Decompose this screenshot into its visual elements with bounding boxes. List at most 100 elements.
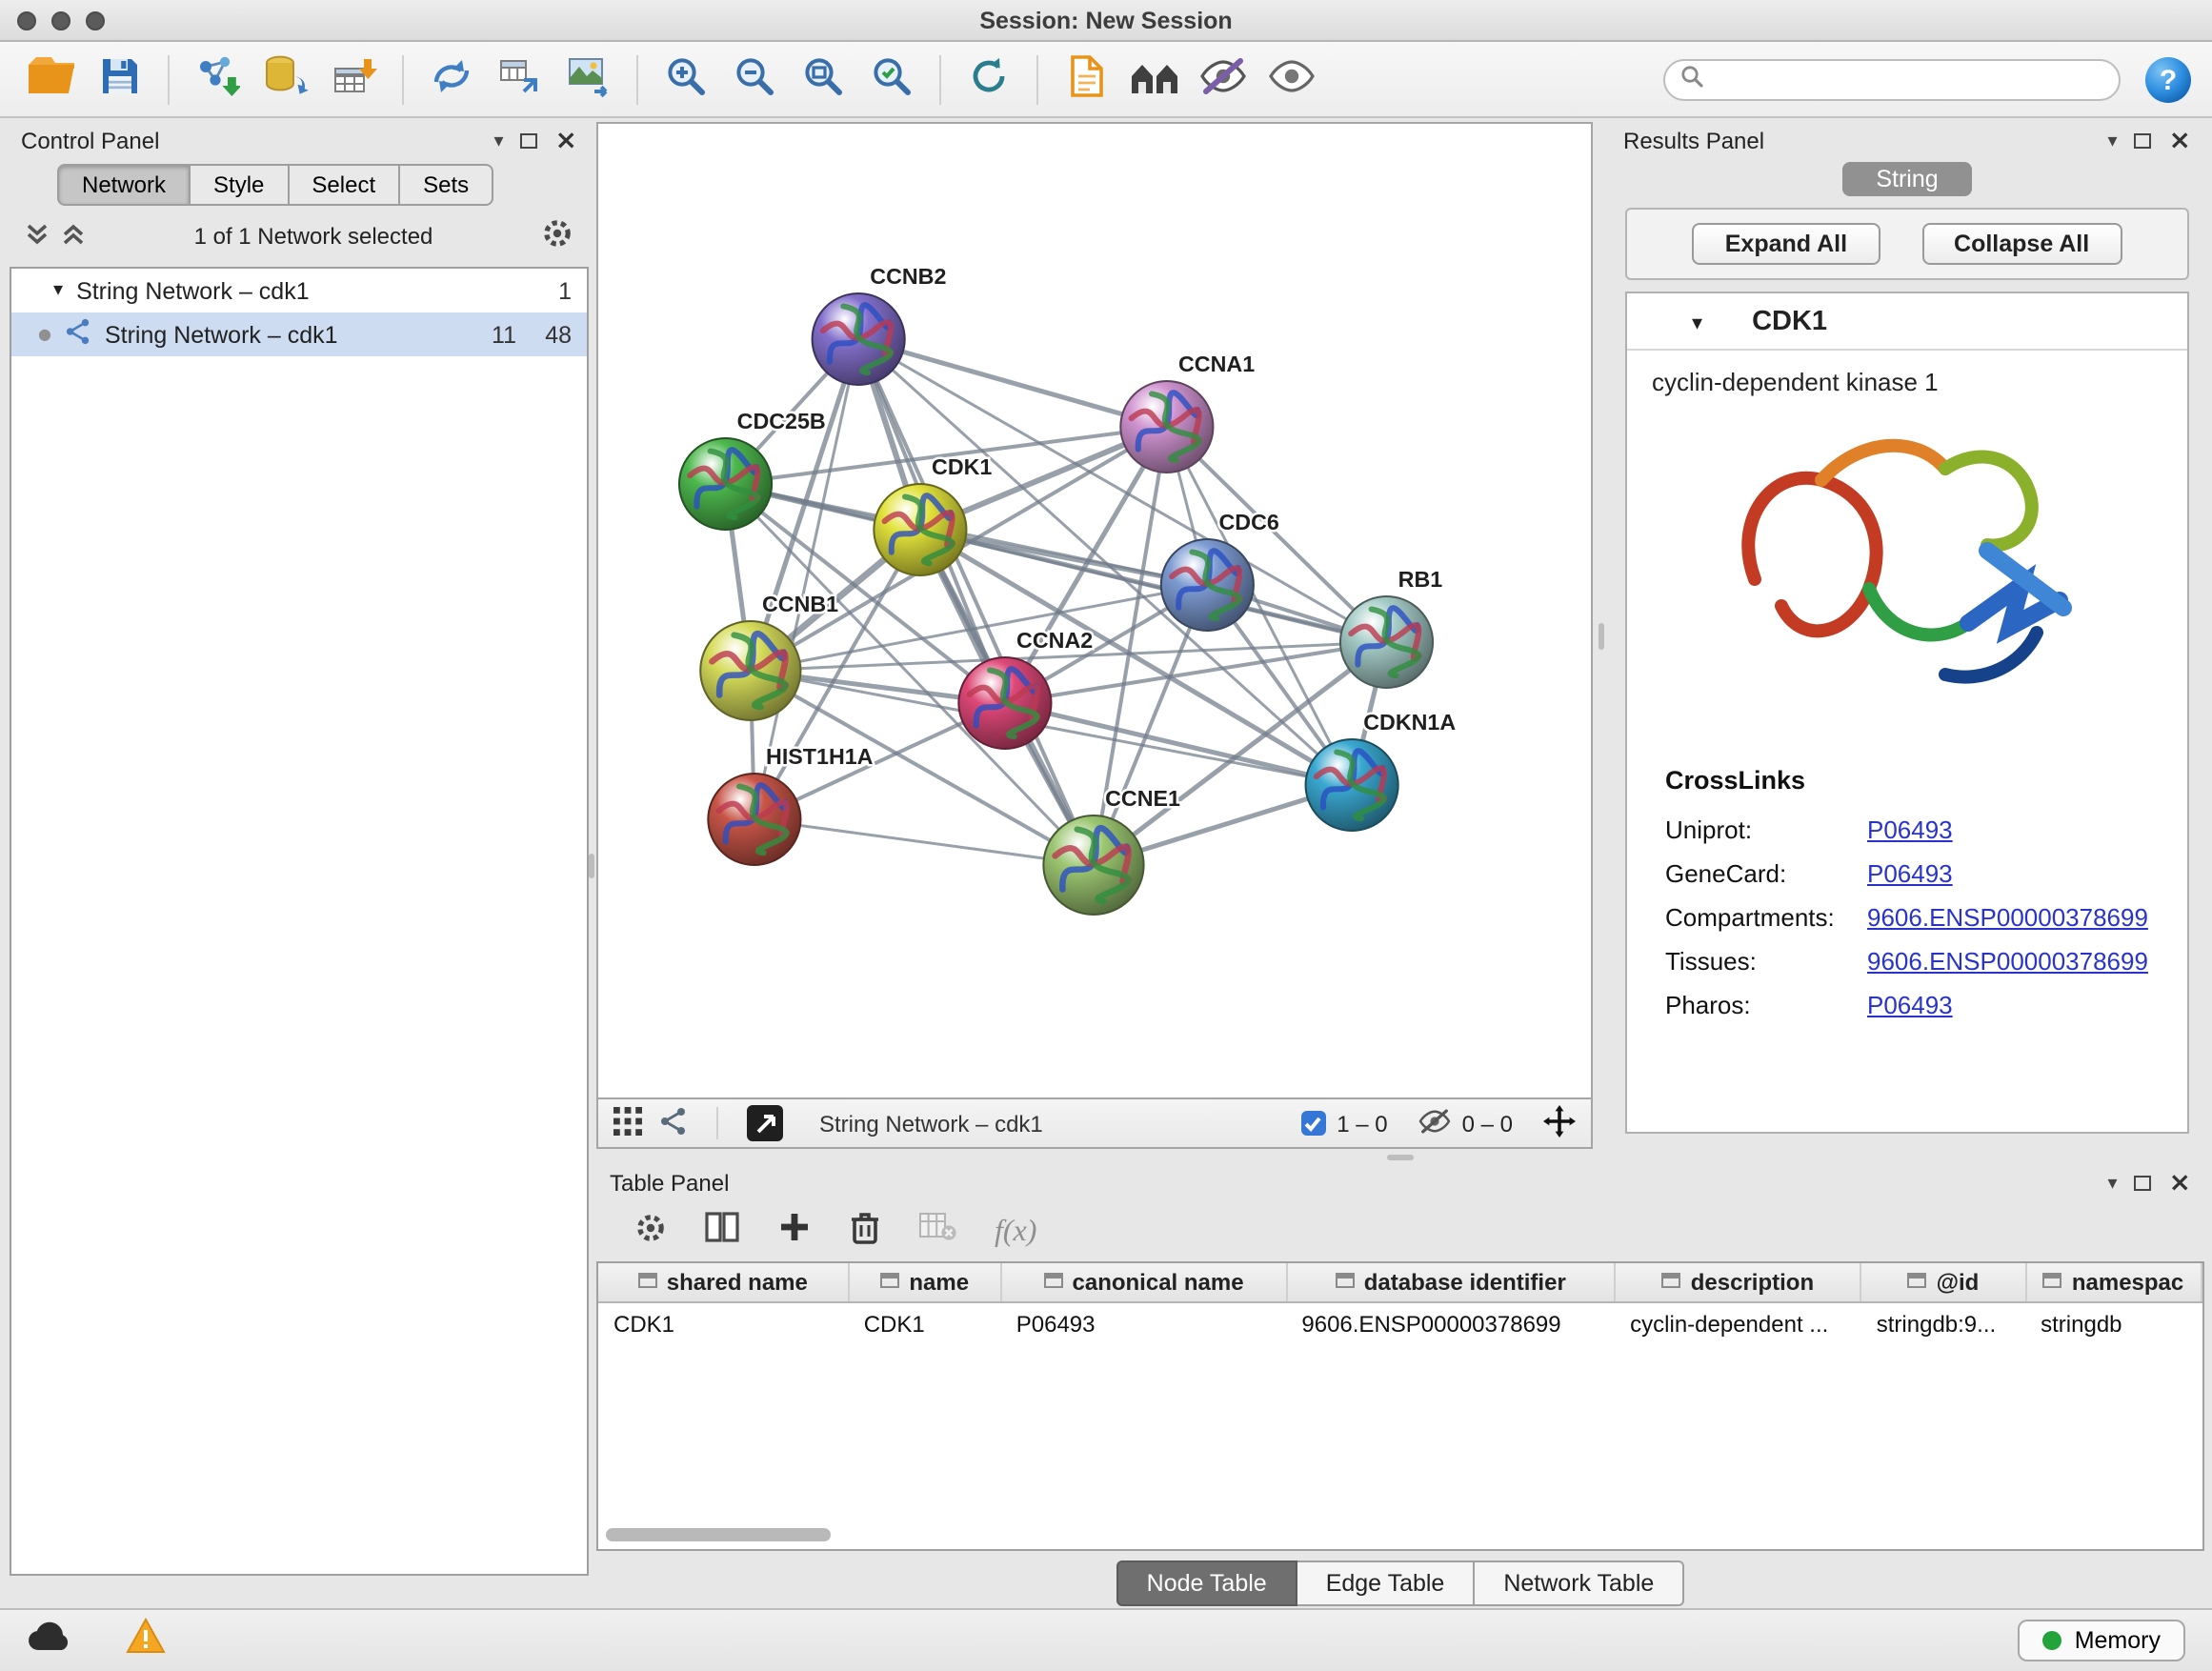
search-input[interactable]	[1715, 66, 2103, 92]
crosslink-link[interactable]: P06493	[1867, 852, 1953, 896]
zoom-fit-icon	[800, 53, 846, 105]
network-arrows-button[interactable]	[419, 49, 484, 110]
column-header[interactable]: canonical name	[1001, 1263, 1287, 1302]
open-session-button[interactable]	[19, 49, 84, 110]
collapse-all-button[interactable]: Collapse All	[1921, 223, 2122, 265]
tab-select[interactable]: Select	[289, 164, 400, 206]
control-panel-splitter-handle[interactable]	[589, 854, 594, 878]
memory-button[interactable]: Memory	[2018, 1620, 2185, 1661]
zoom-fit-button[interactable]	[791, 49, 855, 110]
crosslink-link[interactable]: P06493	[1867, 983, 1953, 1027]
zoom-out-button[interactable]	[722, 49, 787, 110]
table-panel: Table Panel ▾ × f(x) shared namenamecano…	[596, 1164, 2204, 1608]
table-cell[interactable]: CDK1	[849, 1302, 1001, 1345]
network-edge[interactable]	[754, 819, 1094, 865]
table-cell[interactable]: 9606.ENSP00000378699	[1286, 1302, 1615, 1345]
crosslink-link[interactable]: 9606.ENSP00000378699	[1867, 939, 2148, 983]
crosslink-link[interactable]: P06493	[1867, 808, 1953, 852]
function-builder-icon[interactable]: f(x)	[995, 1215, 1036, 1249]
vertical-splitter[interactable]	[1593, 122, 1610, 1149]
network-edge[interactable]	[858, 339, 1167, 427]
panel-menu-caret-icon[interactable]: ▾	[2107, 1173, 2117, 1194]
window-titlebar[interactable]: Session: New Session	[0, 0, 2212, 42]
first-neighbors-button[interactable]	[1122, 49, 1187, 110]
splitter-handle[interactable]	[1599, 622, 1604, 649]
import-network-database-button[interactable]	[253, 49, 318, 110]
table-cell[interactable]: stringdb	[2025, 1302, 2202, 1345]
panel-float-icon[interactable]	[2135, 133, 2152, 149]
network-collection-label: String Network – cdk1	[76, 277, 516, 304]
network-view[interactable]: CCNB2CCNA1CDC25BCDK1CDC6RB1CCNB1CCNA2CDK…	[596, 122, 1593, 1097]
cloud-icon[interactable]	[27, 1620, 72, 1661]
network-edge[interactable]	[858, 339, 1094, 865]
zoom-in-button[interactable]	[654, 49, 718, 110]
panel-menu-caret-icon[interactable]: ▾	[493, 131, 503, 151]
share-network-icon[interactable]	[659, 1106, 688, 1140]
table-cell[interactable]: CDK1	[598, 1302, 849, 1345]
close-window-button[interactable]	[17, 11, 36, 30]
network-collection-row[interactable]: ▾ String Network – cdk1 1	[11, 269, 587, 312]
table-cell[interactable]: stringdb:9...	[1861, 1302, 2025, 1345]
hide-selected-button[interactable]	[1191, 49, 1256, 110]
panel-float-icon[interactable]	[521, 133, 538, 149]
hidden-eye-slash-icon[interactable]	[1418, 1106, 1453, 1140]
table-cell[interactable]: cyclin-dependent ...	[1615, 1302, 1861, 1345]
scrollbar-thumb[interactable]	[606, 1528, 831, 1541]
table-cell[interactable]: P06493	[1001, 1302, 1287, 1345]
tab-sets[interactable]: Sets	[400, 164, 493, 206]
network-row-selected[interactable]: ● String Network – cdk1 11 48	[11, 312, 587, 356]
tab-node-table[interactable]: Node Table	[1116, 1560, 1297, 1606]
crosslinks-section: CrossLinks Uniprot:P06493 GeneCard:P0649…	[1627, 739, 2187, 1027]
panel-close-icon[interactable]: ×	[555, 130, 577, 152]
tree-expand-caret-icon[interactable]: ▾	[53, 280, 63, 301]
table-row[interactable]: CDK1CDK1P064939606.ENSP00000378699cyclin…	[598, 1302, 2202, 1345]
trash-icon[interactable]	[850, 1210, 880, 1254]
column-header[interactable]: database identifier	[1286, 1263, 1615, 1302]
refresh-layout-button[interactable]	[956, 49, 1021, 110]
tab-style[interactable]: Style	[191, 164, 289, 206]
column-header[interactable]: @id	[1861, 1263, 2025, 1302]
open-in-window-button[interactable]	[747, 1105, 783, 1141]
import-table-file-button[interactable]	[322, 49, 387, 110]
zoom-selected-button[interactable]	[859, 49, 924, 110]
network-canvas[interactable]: CCNB2CCNA1CDC25BCDK1CDC6RB1CCNB1CCNA2CDK…	[598, 124, 1591, 1097]
import-network-file-button[interactable]	[185, 49, 250, 110]
splitter-handle[interactable]	[1387, 1154, 1414, 1159]
gene-header[interactable]: ▾ CDK1	[1627, 293, 2187, 351]
zoom-window-button[interactable]	[86, 11, 105, 30]
add-column-icon[interactable]	[777, 1210, 812, 1254]
tab-string[interactable]: String	[1841, 162, 1972, 196]
column-header[interactable]: namespac	[2025, 1263, 2202, 1302]
horizontal-splitter[interactable]	[596, 1149, 2204, 1164]
column-header[interactable]: description	[1615, 1263, 1861, 1302]
gear-icon[interactable]	[634, 1211, 667, 1253]
help-button[interactable]: ?	[2143, 54, 2193, 104]
horizontal-scrollbar[interactable]	[606, 1528, 2195, 1543]
collapse-all-chevron-icon[interactable]	[61, 222, 86, 251]
panel-float-icon[interactable]	[2135, 1176, 2152, 1191]
warning-icon[interactable]	[126, 1618, 166, 1663]
expand-all-button[interactable]: Expand All	[1693, 223, 1880, 265]
save-session-button[interactable]	[88, 49, 152, 110]
columns-icon[interactable]	[705, 1212, 739, 1252]
grid-icon[interactable]	[613, 1106, 642, 1140]
new-network-from-table-button[interactable]	[488, 49, 553, 110]
show-all-button[interactable]	[1259, 49, 1324, 110]
tab-edge-table[interactable]: Edge Table	[1297, 1560, 1476, 1606]
tab-network[interactable]: Network	[57, 164, 191, 206]
export-image-button[interactable]	[556, 49, 621, 110]
panel-close-icon[interactable]: ×	[2169, 130, 2191, 152]
column-header[interactable]: shared name	[598, 1263, 849, 1302]
crosslink-link[interactable]: 9606.ENSP00000378699	[1867, 896, 2148, 939]
panel-close-icon[interactable]: ×	[2169, 1172, 2191, 1195]
panel-menu-caret-icon[interactable]: ▾	[2107, 131, 2117, 151]
gene-collapse-caret-icon[interactable]: ▾	[1692, 310, 1702, 334]
column-header[interactable]: name	[849, 1263, 1001, 1302]
gear-icon[interactable]	[541, 217, 573, 255]
selected-checkbox-icon[interactable]	[1300, 1111, 1325, 1136]
expand-all-chevron-icon[interactable]	[25, 222, 50, 251]
move-crosshair-icon[interactable]	[1543, 1104, 1576, 1142]
document-button[interactable]	[1054, 49, 1118, 110]
tab-network-table[interactable]: Network Table	[1475, 1560, 1684, 1606]
minimize-window-button[interactable]	[51, 11, 70, 30]
